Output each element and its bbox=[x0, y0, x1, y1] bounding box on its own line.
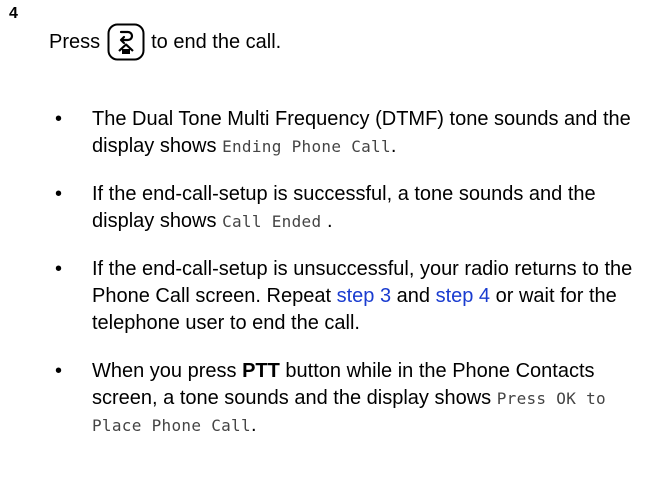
bullet-text: . bbox=[390, 135, 397, 157]
button-name: PTT bbox=[242, 360, 280, 382]
bullet-item: • If the end-call-setup is unsuccessful, … bbox=[55, 256, 655, 337]
bullet-item: • When you press PTT button while in the … bbox=[55, 358, 655, 439]
bullet-dot: • bbox=[55, 360, 63, 382]
press-instruction: Press to end the call. bbox=[49, 22, 281, 62]
press-suffix: to end the call. bbox=[151, 31, 282, 53]
bullet-text: If the end-call-setup is successful, a t… bbox=[92, 183, 596, 232]
bullet-item: • If the end-call-setup is successful, a … bbox=[55, 181, 655, 235]
display-text: Ending Phone Call bbox=[222, 137, 391, 156]
bullet-text: When you press bbox=[92, 360, 243, 382]
bullet-dot: • bbox=[55, 108, 63, 130]
step-number: 4 bbox=[9, 5, 18, 22]
bullet-text: . bbox=[321, 210, 333, 232]
bullet-text: and bbox=[391, 285, 436, 307]
display-text: Call Ended bbox=[222, 212, 322, 231]
bullet-list: • The Dual Tone Multi Frequency (DTMF) to… bbox=[55, 106, 655, 460]
bullet-item: • The Dual Tone Multi Frequency (DTMF) to… bbox=[55, 106, 655, 160]
manual-page: { "step": { "number": "4", "press_prefix… bbox=[0, 0, 666, 503]
step-link[interactable]: step 3 bbox=[337, 285, 391, 307]
step-link[interactable]: step 4 bbox=[436, 285, 490, 307]
bullet-dot: • bbox=[55, 258, 63, 280]
bullet-text: . bbox=[250, 414, 257, 436]
press-prefix: Press bbox=[49, 31, 101, 53]
bullet-dot: • bbox=[55, 183, 63, 205]
back-home-key-icon bbox=[107, 23, 145, 61]
